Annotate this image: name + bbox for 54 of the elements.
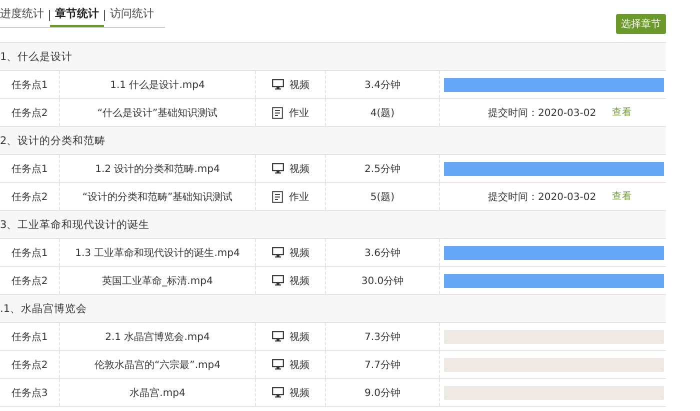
- type-label: 视频: [290, 330, 310, 344]
- table-cell: 任务点2: [0, 183, 60, 210]
- table-cell: 任务点2: [0, 99, 60, 126]
- submit-time: 提交时间：2020-03-02: [488, 106, 596, 120]
- type-label: 作业: [289, 190, 309, 204]
- tab[interactable]: 访问统计: [105, 4, 159, 27]
- monitor-icon: [272, 359, 284, 370]
- table-cell: 任务点1: [0, 71, 60, 98]
- table-cell: 任务点2: [0, 267, 60, 294]
- table-cell: 3.4分钟: [326, 71, 440, 98]
- table-cell: 任务点3: [0, 379, 60, 406]
- table-cell: 3.6分钟: [326, 239, 440, 266]
- type-label: 视频: [290, 246, 310, 260]
- table-cell: 任务点1: [0, 323, 60, 350]
- type-label: 视频: [290, 162, 310, 176]
- section-title: 3、工业革命和现代设计的诞生: [0, 218, 150, 232]
- monitor-icon: [272, 79, 284, 90]
- type-label: 视频: [290, 386, 310, 400]
- tab[interactable]: 章节统计: [50, 4, 104, 27]
- table-cell: 5(题): [326, 183, 440, 210]
- table-cell: 9.0分钟: [326, 379, 440, 406]
- table-cell: 1.3 工业革命和现代设计的诞生.mp4: [60, 239, 256, 266]
- table-cell: 伦敦水晶宫的“六宗最”.mp4: [60, 351, 256, 378]
- table-cell: 2.5分钟: [326, 155, 440, 182]
- table-cell: 7.3分钟: [326, 323, 440, 350]
- submit-time: 提交时间：2020-03-02: [488, 190, 596, 204]
- monitor-icon: [272, 331, 284, 342]
- document-icon: [272, 190, 283, 202]
- table-cell: 30.0分钟: [326, 267, 440, 294]
- document-icon: [272, 106, 283, 118]
- table-cell: 任务点1: [0, 155, 60, 182]
- section-title: 2、设计的分类和范畴: [0, 134, 106, 148]
- monitor-icon: [272, 387, 284, 398]
- monitor-icon: [272, 163, 284, 174]
- type-label: 视频: [290, 274, 310, 288]
- tab[interactable]: 进度统计: [0, 4, 49, 27]
- table-cell: 水晶宫.mp4: [60, 379, 256, 406]
- table-cell: 7.7分钟: [326, 351, 440, 378]
- table-cell: 英国工业革命_标清.mp4: [60, 267, 256, 294]
- table-cell: “设计的分类和范畴”基础知识测试: [60, 183, 256, 210]
- monitor-icon: [272, 247, 284, 258]
- type-label: 作业: [289, 106, 309, 120]
- table-cell: 任务点2: [0, 351, 60, 378]
- table-cell: 1.1 什么是设计.mp4: [60, 71, 256, 98]
- type-label: 视频: [290, 358, 310, 372]
- table-cell: “什么是设计”基础知识测试: [60, 99, 256, 126]
- type-label: 视频: [290, 78, 310, 92]
- monitor-icon: [272, 275, 284, 286]
- table-cell: 2.1 水晶宫博览会.mp4: [60, 323, 256, 350]
- table-cell: 1.2 设计的分类和范畴.mp4: [60, 155, 256, 182]
- table-cell: 任务点1: [0, 239, 60, 266]
- section-title: .1、水晶宫博览会: [0, 302, 88, 316]
- table-cell: 4(题): [326, 99, 440, 126]
- section-title: 1、什么是设计: [0, 50, 73, 64]
